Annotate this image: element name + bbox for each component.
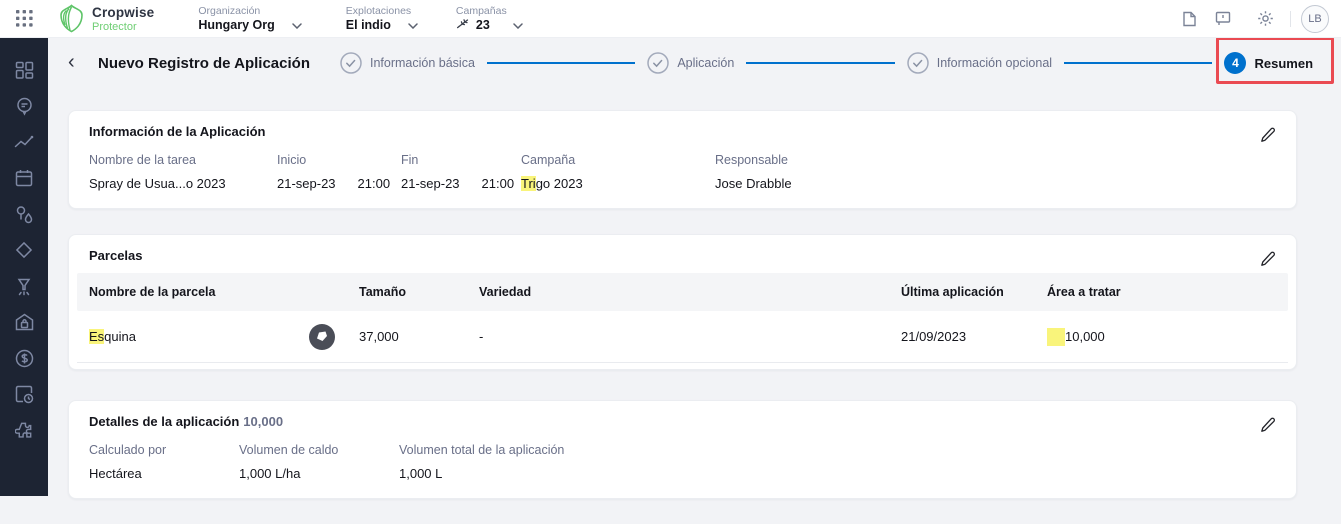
column-size: Tamaño — [359, 285, 406, 299]
cropwise-logo[interactable]: Cropwise Protector — [58, 4, 154, 33]
application-details-card: Detalles de la aplicación 10,000 Calculad… — [68, 400, 1297, 499]
card-title-suffix: 10,000 — [243, 414, 284, 429]
sidebar-item-financial[interactable] — [0, 340, 48, 376]
back-button[interactable]: ‹ — [68, 52, 86, 72]
user-avatar[interactable]: LB — [1301, 4, 1329, 33]
application-info-card: Información de la Aplicación Nombre de l… — [68, 110, 1297, 209]
left-sidebar — [0, 38, 48, 496]
sidebar-item-warehouse[interactable] — [0, 304, 48, 340]
stepper: Información básica Aplicación Informació… — [340, 52, 1313, 74]
wheat-icon — [456, 18, 469, 32]
parcel-size-cell: 37,000 — [359, 329, 399, 344]
edit-pencil-icon[interactable] — [1256, 247, 1280, 271]
column-last-application: Última aplicación — [901, 285, 1004, 299]
field-responsible: Responsable Jose Drabble — [715, 153, 792, 191]
feedback-icon[interactable] — [1206, 11, 1240, 26]
parcels-card: Parcelas Nombre de la parcela Tamaño Var… — [68, 234, 1297, 370]
highlight-mark: Tri — [521, 176, 536, 191]
organization-label: Organización — [198, 5, 261, 17]
season-label: Campañas — [455, 5, 507, 17]
field-start: Inicio 21-sep-23 21:00 — [277, 153, 391, 191]
step-informacion-basica[interactable]: Información básica — [340, 52, 475, 74]
column-variety: Variedad — [479, 285, 532, 299]
page-title: Nuevo Registro de Aplicación — [98, 54, 310, 72]
step-label: Resumen — [1254, 55, 1314, 71]
parcels-table: Nombre de la parcela Tamaño Variedad Últ… — [77, 273, 1288, 363]
field-total-volume: Volumen total de la aplicación 1,000 L — [399, 443, 565, 481]
table-header-row: Nombre de la parcela Tamaño Variedad Últ… — [77, 273, 1288, 311]
highlight-mark — [1047, 327, 1065, 346]
page-header: ‹ Nuevo Registro de Aplicación Informaci… — [48, 37, 1341, 88]
main-area: ‹ Nuevo Registro de Aplicación Informaci… — [48, 37, 1341, 524]
check-circle-icon — [340, 52, 362, 74]
app-launcher-icon[interactable] — [0, 10, 48, 27]
parcel-name-cell: Esquina — [77, 323, 347, 350]
step-connector — [486, 62, 636, 64]
organization-selector[interactable]: Organización Hungary Org — [198, 5, 302, 32]
step-aplicacion[interactable]: Aplicación — [647, 52, 734, 74]
brand-name: Cropwise — [92, 4, 155, 20]
highlight-mark: Es — [89, 329, 105, 344]
field-campaign: Campaña Trigo 2023 — [521, 153, 583, 191]
parcel-variety-cell: - — [479, 329, 484, 344]
step-number-badge: 4 — [1224, 52, 1247, 74]
field-end: Fin 21-sep-23 21:00 — [401, 153, 515, 191]
column-name: Nombre de la parcela — [89, 285, 216, 299]
step-label: Aplicación — [677, 56, 735, 70]
step-informacion-opcional[interactable]: Información opcional — [906, 52, 1053, 74]
notes-icon[interactable] — [1172, 11, 1206, 27]
chevron-down-icon — [408, 18, 418, 32]
edit-pencil-icon[interactable] — [1256, 123, 1280, 147]
cropwise-shield-icon — [60, 4, 83, 33]
top-bar: Cropwise Protector Organización Hungary … — [0, 0, 1341, 38]
sidebar-item-scouting[interactable] — [0, 88, 48, 124]
sidebar-item-calendar[interactable] — [0, 160, 48, 196]
field-calculated-by: Calculado por Hectárea — [89, 443, 167, 481]
organization-value: Hungary Org — [198, 18, 275, 32]
step-connector — [746, 62, 895, 64]
page-content: Información de la Aplicación Nombre de l… — [48, 88, 1341, 499]
farm-value: El indio — [345, 18, 391, 32]
farm-label: Explotaciones — [345, 5, 412, 17]
card-title: Parcelas — [89, 248, 143, 263]
sidebar-item-irrigation[interactable] — [0, 196, 48, 232]
sidebar-item-fields[interactable] — [0, 232, 48, 268]
check-circle-icon — [647, 52, 670, 74]
step-connector — [1064, 62, 1213, 64]
edit-pencil-icon[interactable] — [1256, 413, 1280, 437]
parcel-shape-icon — [309, 323, 335, 350]
chevron-down-icon — [513, 18, 523, 32]
check-circle-icon — [906, 52, 929, 74]
sidebar-item-reports[interactable] — [0, 376, 48, 412]
step-resumen-current[interactable]: 4 Resumen — [1224, 52, 1313, 74]
card-title: Detalles de la aplicación — [89, 414, 240, 429]
table-row[interactable]: Esquina 37,000 - 21/09/2023 10,000 — [77, 311, 1288, 363]
parcel-area-cell: 10,000 — [1035, 327, 1288, 346]
settings-gear-icon[interactable] — [1248, 10, 1282, 27]
column-area-to-treat: Área a tratar — [1047, 285, 1121, 299]
sidebar-item-analytics[interactable] — [0, 124, 48, 160]
season-value: 23 — [475, 18, 490, 32]
farm-selector[interactable]: Explotaciones El indio — [346, 5, 418, 32]
sidebar-item-integrations[interactable] — [0, 412, 48, 448]
step-label: Información básica — [370, 56, 475, 70]
parcel-last-application-cell: 21/09/2023 — [901, 329, 967, 344]
season-selector[interactable]: Campañas 23 — [456, 5, 523, 32]
field-mix-volume: Volumen de caldo 1,000 L/ha — [239, 443, 339, 481]
sidebar-item-dashboard[interactable] — [0, 52, 48, 88]
step-label: Información opcional — [936, 56, 1053, 70]
sidebar-item-spray[interactable] — [0, 268, 48, 304]
topbar-divider — [1290, 10, 1291, 27]
field-task-name: Nombre de la tarea Spray de Usua...o 202… — [89, 153, 226, 191]
card-title: Información de la Aplicación — [89, 124, 266, 139]
product-name: Protector — [92, 20, 137, 33]
chevron-down-icon — [292, 18, 302, 32]
